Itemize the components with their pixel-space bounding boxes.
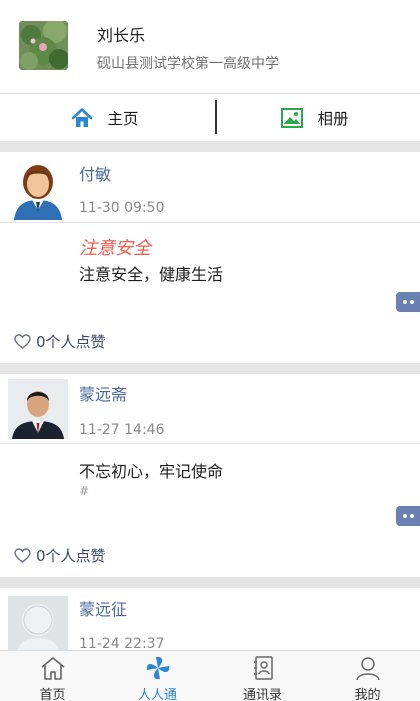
tab-album[interactable]: 相册 [210, 95, 420, 141]
home-outline-icon [40, 657, 65, 680]
post-author[interactable]: 付敏 [79, 161, 111, 185]
author-avatar[interactable] [8, 379, 68, 439]
post-hashtag: # [79, 484, 90, 498]
post-card: 蒙远征 11-24 22:37 [0, 588, 420, 656]
post-separator [0, 222, 420, 223]
post-card: 付敏 11-30 09:50 注意安全 注意安全，健康生活 0个人点赞 [0, 152, 420, 363]
comment-button[interactable] [396, 506, 420, 526]
nav-item-me[interactable]: 我的 [315, 651, 420, 701]
author-avatar[interactable] [8, 596, 68, 656]
nav-label: 通讯录 [242, 688, 282, 701]
post-title: 注意安全 [79, 238, 151, 259]
profile-name: 刘长乐 [97, 26, 146, 45]
likes-count: 0个人点赞 [36, 547, 106, 565]
tab-home-label: 主页 [107, 110, 139, 128]
post-time: 11-27 14:46 [79, 422, 165, 438]
post-content: 不忘初心，牢记使命 [79, 462, 224, 481]
post-separator [0, 443, 420, 444]
nav-item-home[interactable]: 首页 [0, 651, 105, 701]
profile-avatar[interactable] [19, 21, 68, 70]
profile-header: 刘长乐 砚山县测试学校第一高级中学 [0, 0, 420, 94]
contacts-book-icon [253, 656, 273, 680]
album-icon [281, 107, 304, 129]
home-icon [71, 107, 93, 129]
tab-album-label: 相册 [317, 110, 349, 128]
user-icon [355, 657, 380, 681]
section-gap [0, 363, 420, 374]
post-author[interactable]: 蒙远征 [79, 596, 127, 620]
comment-button[interactable] [396, 292, 420, 312]
nav-label: 首页 [39, 688, 66, 701]
nav-item-renrentong[interactable]: 人人通 [105, 651, 210, 701]
post-card: 蒙远斋 11-27 14:46 不忘初心，牢记使命 # 0个人点赞 [0, 374, 420, 577]
section-gap [0, 577, 420, 588]
like-button[interactable]: 0个人点赞 [14, 545, 106, 566]
post-content: 注意安全，健康生活 [79, 265, 224, 284]
author-avatar[interactable] [8, 160, 68, 220]
bottom-nav: 首页 人人通 通讯录 我的 [0, 650, 420, 701]
tab-home[interactable]: 主页 [0, 95, 210, 141]
profile-school: 砚山县测试学校第一高级中学 [97, 56, 279, 72]
section-gap [0, 141, 420, 152]
heart-icon [14, 334, 31, 349]
nav-item-contacts[interactable]: 通讯录 [210, 651, 315, 701]
like-button[interactable]: 0个人点赞 [14, 331, 106, 352]
heart-icon [14, 548, 31, 563]
nav-label: 人人通 [137, 688, 177, 701]
post-time: 11-30 09:50 [79, 200, 165, 216]
pinwheel-icon [146, 656, 169, 680]
nav-label: 我的 [354, 688, 381, 701]
profile-tabs: 主页 相册 [0, 95, 420, 141]
post-author[interactable]: 蒙远斋 [79, 381, 127, 405]
likes-count: 0个人点赞 [36, 333, 106, 351]
